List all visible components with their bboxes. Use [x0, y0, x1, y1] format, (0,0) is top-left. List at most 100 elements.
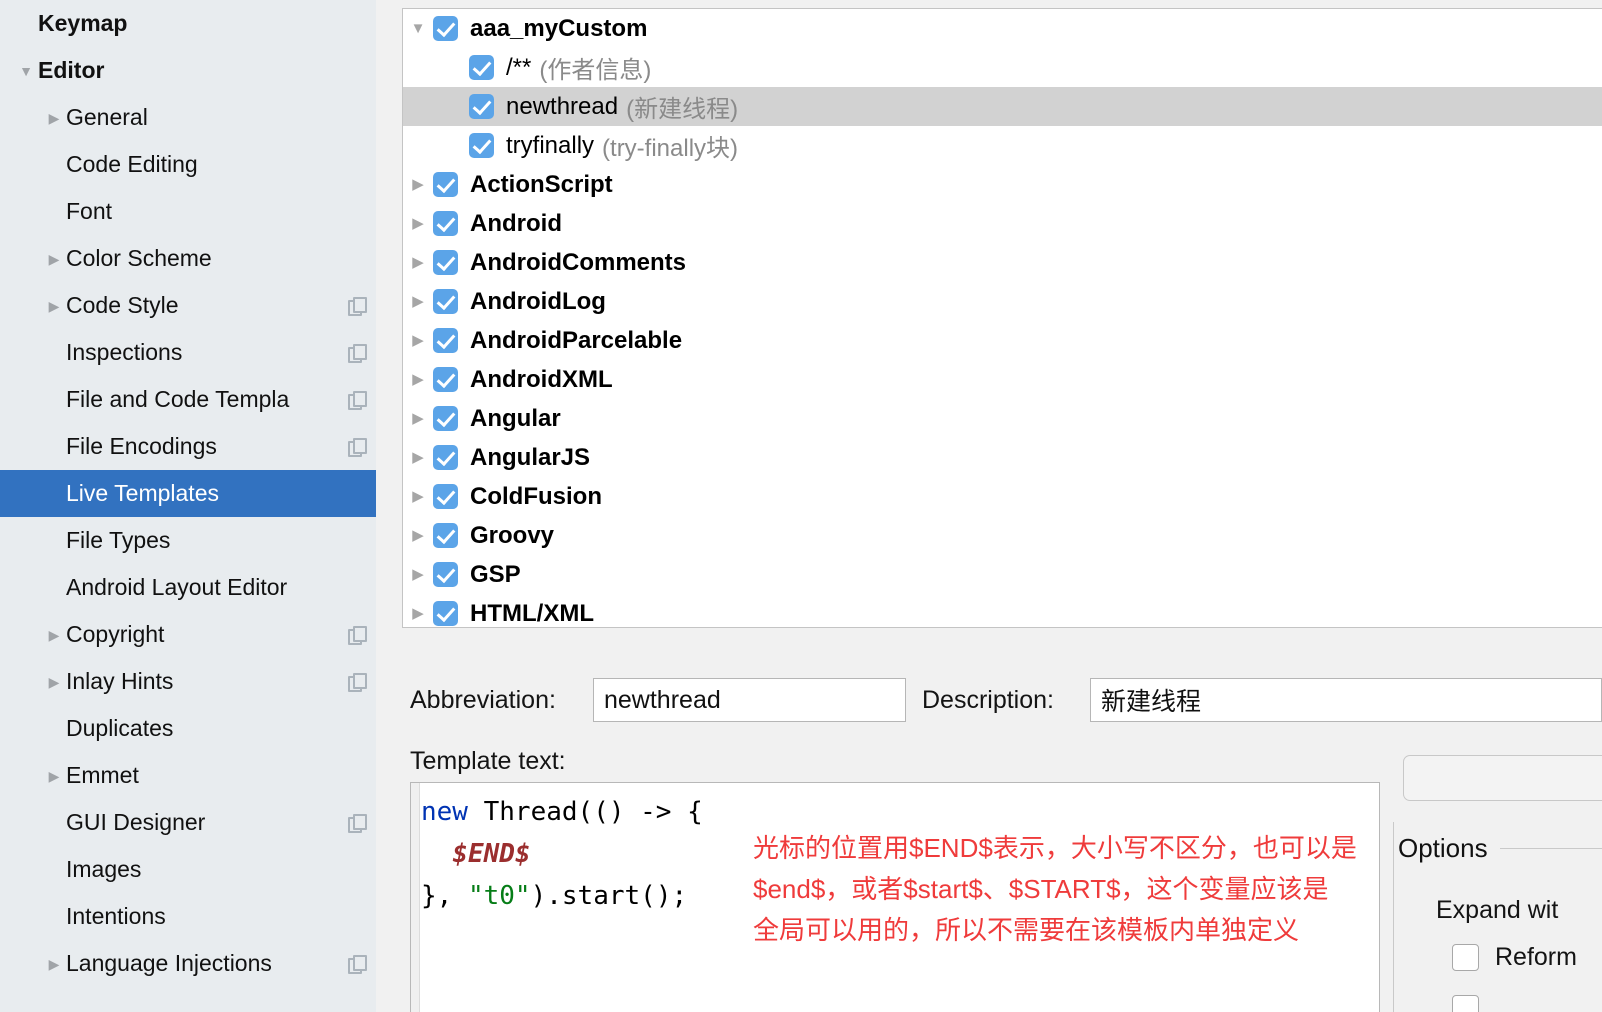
tree-row[interactable]: Angular — [403, 399, 1602, 438]
tree-row[interactable]: AngularJS — [403, 438, 1602, 477]
chevron-right-icon[interactable] — [403, 606, 433, 621]
chevron-right-icon[interactable] — [403, 528, 433, 543]
tree-row[interactable]: AndroidParcelable — [403, 321, 1602, 360]
editor-code-content[interactable]: new Thread(() -> { $END$ }, "t0").start(… — [421, 791, 1379, 1012]
tree-row[interactable]: HTML/XML — [403, 594, 1602, 627]
chevron-right-icon[interactable] — [403, 489, 433, 504]
tree-row-description: (try-finally块) — [602, 135, 739, 162]
tree-row[interactable]: Groovy — [403, 516, 1602, 555]
chevron-right-icon[interactable] — [42, 957, 66, 971]
live-templates-pane: aaa_myCustom /** (作者信息) newthread (新建线程) tryf… — [390, 0, 1602, 1012]
chevron-right-icon[interactable] — [42, 628, 66, 642]
settings-category-sidebar[interactable]: Keymap Editor General Code Editing Font Color… — [0, 0, 376, 1012]
reformat-option-row[interactable]: Reform — [1452, 943, 1577, 972]
copy-icon[interactable] — [348, 437, 367, 457]
chevron-right-icon[interactable] — [42, 111, 66, 125]
copy-icon[interactable] — [348, 672, 367, 692]
sidebar-item-color-scheme[interactable]: Color Scheme — [0, 235, 376, 282]
sidebar-item-code-style[interactable]: Code Style — [0, 282, 376, 329]
reformat-checkbox[interactable] — [1452, 944, 1479, 971]
chevron-down-icon[interactable] — [14, 64, 38, 78]
copy-icon[interactable] — [348, 954, 367, 974]
checkbox-checked-icon[interactable] — [469, 94, 494, 119]
chevron-right-icon[interactable] — [403, 177, 433, 192]
checkbox-checked-icon[interactable] — [433, 601, 458, 626]
code-variable-end: $END$ — [452, 839, 531, 869]
sidebar-item-android-layout-editor[interactable]: Android Layout Editor — [0, 564, 376, 611]
chevron-right-icon[interactable] — [42, 299, 66, 313]
checkbox-checked-icon[interactable] — [433, 211, 458, 236]
sidebar-item-language-injections[interactable]: Language Injections — [0, 940, 376, 987]
chevron-right-icon[interactable] — [403, 294, 433, 309]
chevron-right-icon[interactable] — [403, 333, 433, 348]
sidebar-item-file-and-code-templ[interactable]: File and Code Templа — [0, 376, 376, 423]
sidebar-item-file-types[interactable]: File Types — [0, 517, 376, 564]
tree-row[interactable]: /** (作者信息) — [403, 48, 1602, 87]
copy-icon[interactable] — [348, 813, 367, 833]
tree-row[interactable]: ActionScript — [403, 165, 1602, 204]
sidebar-item-editor[interactable]: Editor — [0, 47, 376, 94]
chevron-right-icon[interactable] — [403, 450, 433, 465]
copy-icon[interactable] — [348, 343, 367, 363]
secondary-option-checkbox[interactable] — [1452, 995, 1479, 1012]
tree-row[interactable]: Android — [403, 204, 1602, 243]
tree-row[interactable]: aaa_myCustom — [403, 9, 1602, 48]
checkbox-checked-icon[interactable] — [433, 562, 458, 587]
chevron-right-icon[interactable] — [403, 411, 433, 426]
checkbox-checked-icon[interactable] — [433, 445, 458, 470]
description-input[interactable]: 新建线程 — [1090, 678, 1602, 722]
chevron-right-icon[interactable] — [42, 769, 66, 783]
copy-icon[interactable] — [348, 296, 367, 316]
chevron-right-icon[interactable] — [403, 567, 433, 582]
tree-row[interactable]: AndroidXML — [403, 360, 1602, 399]
sidebar-item-file-encodings[interactable]: File Encodings — [0, 423, 376, 470]
sidebar-item-emmet[interactable]: Emmet — [0, 752, 376, 799]
sidebar-item-code-editing[interactable]: Code Editing — [0, 141, 376, 188]
copy-icon[interactable] — [348, 625, 367, 645]
checkbox-checked-icon[interactable] — [433, 328, 458, 353]
checkbox-checked-icon[interactable] — [433, 406, 458, 431]
checkbox-checked-icon[interactable] — [433, 484, 458, 509]
options-column-divider — [1393, 822, 1394, 1012]
sidebar-item-label: Live Templates — [66, 480, 219, 506]
tree-row[interactable]: AndroidLog — [403, 282, 1602, 321]
checkbox-checked-icon[interactable] — [433, 172, 458, 197]
tree-row[interactable]: ColdFusion — [403, 477, 1602, 516]
tree-row[interactable]: AndroidComments — [403, 243, 1602, 282]
sidebar-item-keymap[interactable]: Keymap — [0, 0, 376, 47]
sidebar-item-inlay-hints[interactable]: Inlay Hints — [0, 658, 376, 705]
abbreviation-input-value: newthread — [604, 685, 721, 714]
sidebar-item-images[interactable]: Images — [0, 846, 376, 893]
sidebar-item-copyright[interactable]: Copyright — [0, 611, 376, 658]
sidebar-item-gui-designer[interactable]: GUI Designer — [0, 799, 376, 846]
chevron-right-icon[interactable] — [403, 255, 433, 270]
chevron-right-icon[interactable] — [42, 675, 66, 689]
abbreviation-input[interactable]: newthread — [593, 678, 906, 722]
tree-row[interactable]: GSP — [403, 555, 1602, 594]
copy-icon[interactable] — [348, 390, 367, 410]
checkbox-checked-icon[interactable] — [433, 289, 458, 314]
checkbox-checked-icon[interactable] — [469, 55, 494, 80]
sidebar-item-font[interactable]: Font — [0, 188, 376, 235]
chevron-down-icon[interactable] — [403, 21, 433, 36]
checkbox-checked-icon[interactable] — [433, 367, 458, 392]
chevron-right-icon[interactable] — [403, 216, 433, 231]
sidebar-item-general[interactable]: General — [0, 94, 376, 141]
tree-row[interactable]: tryfinally (try-finally块) — [403, 126, 1602, 165]
checkbox-checked-icon[interactable] — [433, 523, 458, 548]
sidebar-item-intentions[interactable]: Intentions — [0, 893, 376, 940]
tree-row-name: AndroidComments — [470, 248, 686, 276]
template-text-editor[interactable]: new Thread(() -> { $END$ }, "t0").start(… — [410, 782, 1380, 1012]
chevron-right-icon[interactable] — [403, 372, 433, 387]
checkbox-checked-icon[interactable] — [433, 16, 458, 41]
sidebar-item-duplicates[interactable]: Duplicates — [0, 705, 376, 752]
edit-variables-button[interactable]: E — [1403, 755, 1602, 801]
sidebar-item-inspections[interactable]: Inspections — [0, 329, 376, 376]
sidebar-item-label: File Types — [66, 527, 171, 553]
tree-row[interactable]: newthread (新建线程) — [403, 87, 1602, 126]
chevron-right-icon[interactable] — [42, 252, 66, 266]
sidebar-item-live-templates[interactable]: Live Templates — [0, 470, 376, 517]
checkbox-checked-icon[interactable] — [469, 133, 494, 158]
template-group-tree[interactable]: aaa_myCustom /** (作者信息) newthread (新建线程) tryf… — [402, 8, 1602, 628]
checkbox-checked-icon[interactable] — [433, 250, 458, 275]
